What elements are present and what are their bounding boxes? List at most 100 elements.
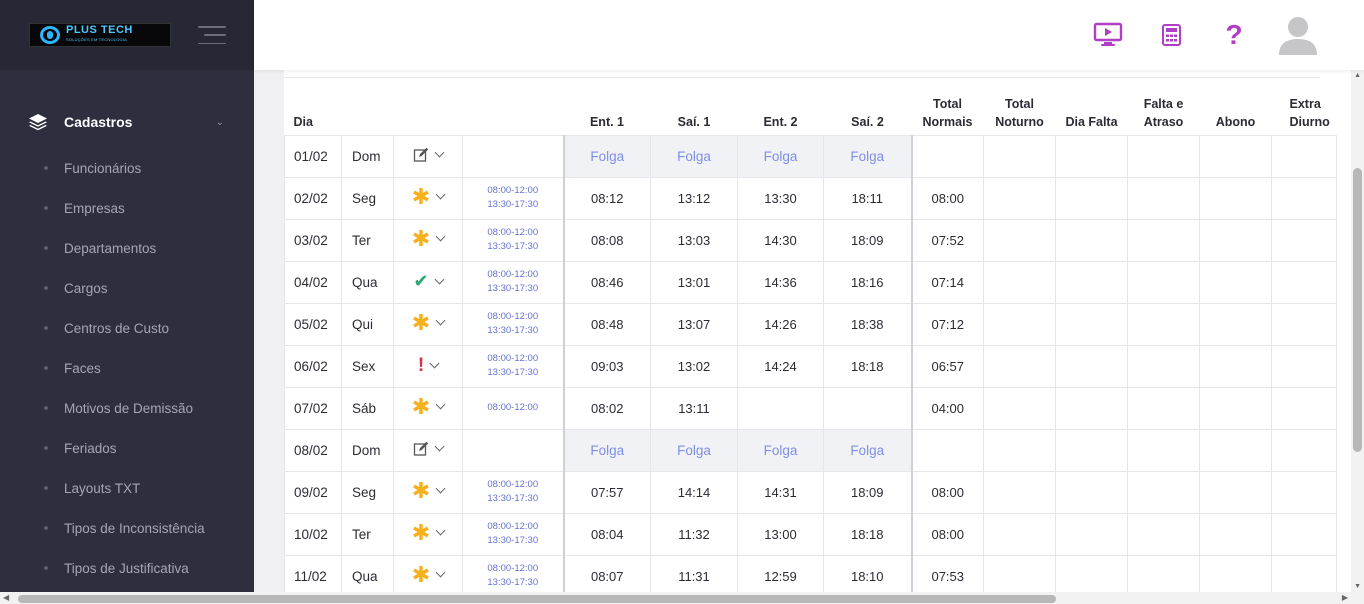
monitor-play-icon[interactable] (1092, 0, 1124, 70)
cell-sai1[interactable]: 11:32 (650, 512, 738, 555)
sidebar-item-departamentos[interactable]: Departamentos (0, 228, 254, 268)
cell-ent2[interactable] (737, 386, 824, 429)
cell-ent2[interactable]: 14:31 (737, 470, 824, 513)
status-dropdown[interactable]: ! (418, 356, 440, 375)
cell-sai1[interactable]: 13:01 (650, 260, 738, 303)
cell-sai2[interactable]: 18:10 (823, 554, 913, 592)
sidebar-item-cargos[interactable]: Cargos (0, 268, 254, 308)
cell-ent1[interactable]: 08:48 (562, 302, 651, 345)
sidebar-item-label: Funcionários (64, 160, 142, 176)
cell-sai1[interactable]: Folga (650, 428, 738, 471)
cell-sai1[interactable]: Folga (650, 134, 738, 177)
cell-ent1[interactable]: 08:04 (562, 512, 651, 555)
status-dropdown[interactable]: ✱ (412, 395, 446, 417)
cell-ent1[interactable]: 07:57 (562, 470, 651, 513)
col-header-dia-falta[interactable]: Dia Falta (1056, 80, 1128, 135)
user-avatar[interactable] (1276, 0, 1320, 70)
status-dropdown[interactable]: ✱ (412, 185, 446, 207)
cell-sai1[interactable]: 14:14 (650, 470, 738, 513)
col-header-falta-atraso[interactable]: Falta e Atraso (1128, 80, 1200, 135)
vertical-scrollbar[interactable]: ▲ ▼ (1351, 70, 1364, 592)
sidebar-item-motivos-de-demissao[interactable]: Motivos de Demissão (0, 388, 254, 428)
cell-ent1[interactable]: Folga (562, 134, 651, 177)
cell-ent1[interactable]: 08:08 (562, 218, 651, 261)
cell-ent2[interactable]: 14:26 (737, 302, 824, 345)
sidebar-item-empresas[interactable]: Empresas (0, 188, 254, 228)
status-dropdown[interactable]: ✱ (412, 227, 446, 249)
sidebar-item-label: Feriados (64, 440, 117, 456)
cell-sai2[interactable]: 18:09 (823, 470, 913, 513)
cell-sai2[interactable]: Folga (823, 134, 913, 177)
sidebar-item-tipos-de-justificativa[interactable]: Tipos de Justificativa (0, 548, 254, 588)
cell-sai2[interactable]: 18:11 (823, 176, 913, 219)
cell-sai1[interactable]: 11:31 (650, 554, 738, 592)
sidebar-item-funcionarios[interactable]: Funcionários (0, 148, 254, 188)
status-dropdown[interactable]: ✱ (412, 563, 446, 585)
status-dropdown[interactable]: ✱ (412, 479, 446, 501)
sidebar-item-feriados[interactable]: Feriados (0, 428, 254, 468)
cell-ent1[interactable]: 08:02 (562, 386, 651, 429)
col-header-total-noturno[interactable]: Total Noturno (984, 80, 1056, 135)
sidebar-item-faces[interactable]: Faces (0, 348, 254, 388)
cell-total-noturno (983, 218, 1056, 261)
sidebar-item-layouts-txt[interactable]: Layouts TXT (0, 468, 254, 508)
col-header-sai2[interactable]: Saí. 2 (824, 80, 912, 135)
brand-logo[interactable]: PLUS TECH SOLUÇÕES EM TECNOLOGIA (29, 23, 171, 47)
menu-group-cadastros[interactable]: Cadastros ⌄ (0, 108, 254, 136)
cell-sai2[interactable] (823, 386, 913, 429)
scroll-right-icon[interactable]: ▶ (1342, 593, 1348, 602)
col-header-abono[interactable]: Abono (1200, 80, 1272, 135)
col-header-ent1[interactable]: Ent. 1 (564, 80, 651, 135)
cell-sai2[interactable]: 18:18 (823, 512, 913, 555)
cell-ent2[interactable]: 13:00 (737, 512, 824, 555)
sidebar-item-tipos-de-inconsistencia[interactable]: Tipos de Inconsistência (0, 508, 254, 548)
cell-status: ✱ (393, 176, 463, 219)
scroll-down-icon[interactable]: ▼ (1354, 583, 1361, 590)
col-header-sai1[interactable]: Saí. 1 (651, 80, 738, 135)
cell-ent2[interactable]: 14:24 (737, 344, 824, 387)
cell-weekday: Qui (341, 302, 394, 345)
cell-sai2[interactable]: 18:09 (823, 218, 913, 261)
cell-sai2[interactable]: 18:18 (823, 344, 913, 387)
cell-ent2[interactable]: Folga (737, 134, 824, 177)
cell-ent2[interactable]: 14:30 (737, 218, 824, 261)
status-dropdown[interactable]: ✱ (412, 311, 446, 333)
horizontal-scroll-thumb[interactable] (18, 595, 1056, 603)
cell-ent2[interactable]: Folga (737, 428, 824, 471)
cell-sai1[interactable]: 13:12 (650, 176, 738, 219)
cell-sai1[interactable]: 13:02 (650, 344, 738, 387)
col-header-dia[interactable]: Dia (285, 80, 342, 135)
status-dropdown[interactable]: ✔ (413, 272, 444, 290)
scroll-up-icon[interactable]: ▲ (1354, 72, 1361, 79)
cell-ent1[interactable]: 08:12 (562, 176, 651, 219)
cell-ent2[interactable]: 13:30 (737, 176, 824, 219)
col-header-total-normais[interactable]: Total Normais (912, 80, 984, 135)
status-dropdown[interactable]: ✱ (412, 521, 446, 543)
cell-dia: 03/02 (284, 218, 342, 261)
calculator-icon[interactable] (1160, 0, 1182, 70)
scroll-left-icon[interactable]: ◀ (3, 593, 9, 602)
cell-abono (1199, 554, 1272, 592)
cell-sai1[interactable]: 13:03 (650, 218, 738, 261)
help-icon[interactable]: ? (1224, 0, 1244, 70)
status-dropdown[interactable] (413, 147, 445, 163)
vertical-scroll-thumb[interactable] (1353, 168, 1362, 452)
status-dropdown[interactable] (413, 441, 445, 457)
cell-sai1[interactable]: 13:07 (650, 302, 738, 345)
cell-ent1[interactable]: 08:07 (562, 554, 651, 592)
menu-toggle-icon[interactable] (198, 26, 226, 44)
col-header-ent2[interactable]: Ent. 2 (738, 80, 824, 135)
cell-ent1[interactable]: 09:03 (562, 344, 651, 387)
cell-sai2[interactable]: 18:38 (823, 302, 913, 345)
cell-sai1[interactable]: 13:11 (650, 386, 738, 429)
cell-dia: 01/02 (284, 134, 342, 177)
col-header-extra-diurno[interactable]: Extra Diurno (1272, 80, 1337, 135)
cell-ent1[interactable]: 08:46 (562, 260, 651, 303)
cell-ent2[interactable]: 12:59 (737, 554, 824, 592)
sidebar-item-centros-de-custo[interactable]: Centros de Custo (0, 308, 254, 348)
cell-sai2[interactable]: 18:16 (823, 260, 913, 303)
cell-ent1[interactable]: Folga (562, 428, 651, 471)
horizontal-scrollbar[interactable]: ◀ ▶ (0, 592, 1364, 604)
cell-ent2[interactable]: 14:36 (737, 260, 824, 303)
cell-sai2[interactable]: Folga (823, 428, 913, 471)
